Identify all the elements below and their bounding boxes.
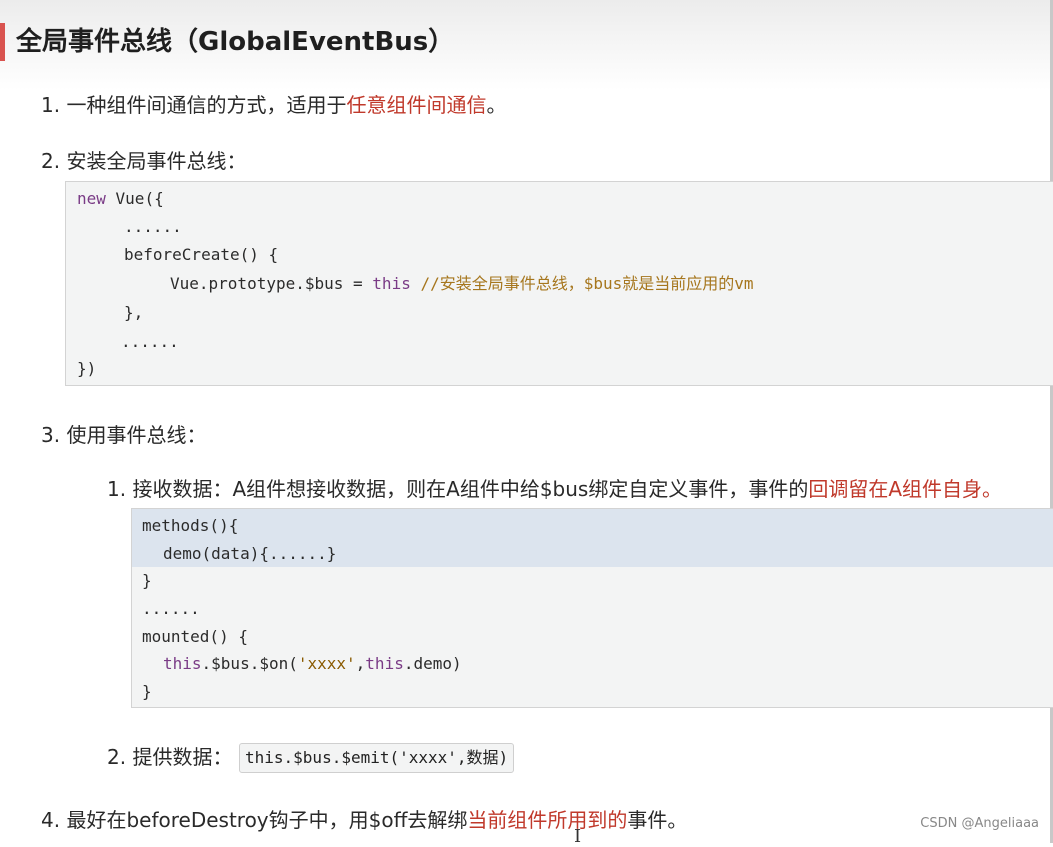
list-text: 使用事件总线：	[66, 423, 207, 447]
code-line: ......	[121, 332, 179, 351]
code-line: mounted() {	[142, 627, 248, 646]
code-line: new Vue({	[77, 189, 164, 208]
list-item-1: 1. 一种组件间通信的方式，适用于任意组件间通信。	[41, 91, 506, 119]
sub-item-2: 2. 提供数据：	[107, 743, 232, 771]
list-text: 最好在beforeDestroy钩子中，用$off去解绑	[66, 808, 468, 832]
inline-code-emit: this.$bus.$emit('xxxx',数据)	[239, 743, 515, 773]
list-number: 3.	[41, 423, 61, 447]
list-text: 提供数据：	[132, 745, 233, 769]
code-line: })	[77, 359, 97, 378]
text-cursor-icon: I	[574, 826, 582, 847]
list-number: 2.	[107, 745, 127, 769]
code-line: beforeCreate() {	[124, 245, 279, 264]
page-title: 全局事件总线（GlobalEventBus）	[16, 27, 455, 57]
code-block-receive: methods(){ demo(data){......} } ...... m…	[131, 508, 1053, 708]
list-number: 1.	[41, 93, 61, 117]
list-text-end: 。	[486, 93, 507, 117]
code-line: }	[142, 571, 152, 590]
code-line: methods(){	[142, 516, 239, 535]
list-text: 接收数据：A组件想接收数据，则在A组件中给$bus绑定自定义事件，事件的	[132, 477, 809, 501]
code-line: ......	[124, 217, 182, 236]
highlight-text: 任意组件间通信	[346, 93, 487, 117]
list-text: 一种组件间通信的方式，适用于	[66, 93, 347, 117]
list-item-2: 2. 安装全局事件总线：	[41, 147, 246, 175]
code-line: demo(data){......}	[163, 544, 337, 563]
code-line: }	[142, 682, 152, 701]
list-number: 2.	[41, 149, 61, 173]
heading-accent-bar	[0, 23, 5, 61]
code-line: this.$bus.$on('xxxx',this.demo)	[163, 654, 462, 673]
code-line: },	[124, 303, 144, 322]
list-text: 安装全局事件总线：	[66, 149, 247, 173]
sub-item-1: 1. 接收数据：A组件想接收数据，则在A组件中给$bus绑定自定义事件，事件的回…	[107, 475, 1002, 503]
list-number: 1.	[107, 477, 127, 501]
highlight-text: 当前组件所用到的	[467, 808, 628, 832]
code-line: ......	[142, 599, 200, 618]
code-line: Vue.prototype.$bus = this //安装全局事件总线，$bu…	[170, 274, 754, 293]
list-text-end: 事件。	[627, 808, 688, 832]
highlight-text: 回调留在A组件自身。	[808, 477, 1003, 501]
list-number: 4.	[41, 808, 61, 832]
list-item-3: 3. 使用事件总线：	[41, 421, 206, 449]
watermark: CSDN @Angeliaaa	[920, 816, 1039, 831]
code-block-install: new Vue({ ...... beforeCreate() { Vue.pr…	[65, 181, 1053, 386]
list-item-4: 4. 最好在beforeDestroy钩子中，用$off去解绑当前组件所用到的事…	[41, 806, 687, 834]
